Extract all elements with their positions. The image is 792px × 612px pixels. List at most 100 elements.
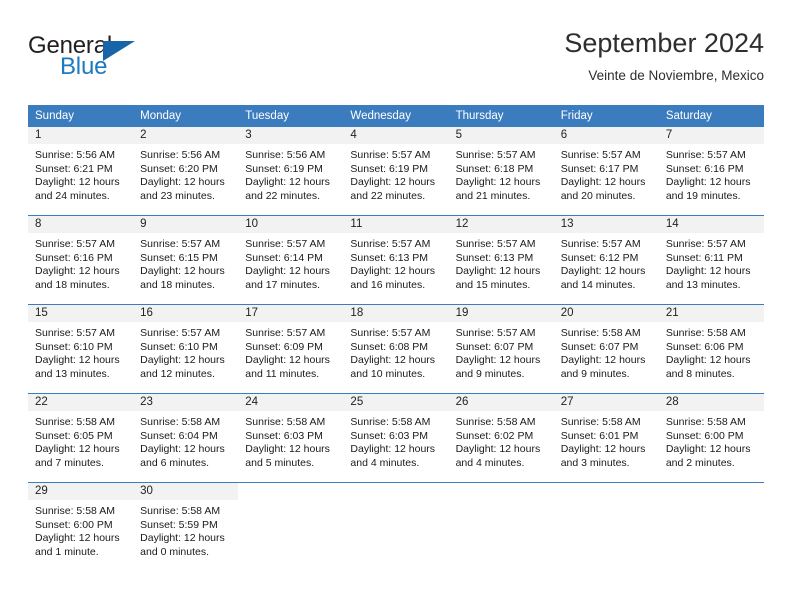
sunrise-text: Sunrise: 5:57 AM <box>35 327 115 339</box>
daylight-text-line2: and 9 minutes. <box>560 367 630 380</box>
day-details: Sunrise: 5:57 AM Sunset: 6:19 PM Daylight:… <box>343 144 448 203</box>
weekday-header-sunday: Sunday <box>28 105 134 127</box>
sunset-text: Sunset: 6:20 PM <box>140 162 218 175</box>
day-number: 19 <box>448 305 554 322</box>
sunrise-text: Sunrise: 5:57 AM <box>560 238 641 250</box>
weekday-header-wednesday: Wednesday <box>343 105 449 127</box>
day-cell-inner <box>554 483 659 571</box>
day-cell-inner <box>659 483 764 571</box>
calendar-day-cell[interactable]: 26 Sunrise: 5:58 AM Sunset: 6:02 PM Dayligh… <box>448 393 554 483</box>
day-cell-inner: 1 Sunrise: 5:56 AM Sunset: 6:21 PM Daylight… <box>28 127 134 215</box>
daylight-text-line1: Daylight: 12 hours <box>35 176 120 189</box>
sunrise-text: Sunrise: 5:58 AM <box>560 327 641 339</box>
sunset-text: Sunset: 6:10 PM <box>140 340 218 353</box>
day-number: 20 <box>553 305 659 322</box>
day-number: 4 <box>343 127 449 144</box>
calendar-day-cell[interactable]: 18 Sunrise: 5:57 AM Sunset: 6:08 PM Dayligh… <box>343 304 449 394</box>
calendar-day-cell[interactable]: 3 Sunrise: 5:56 AM Sunset: 6:19 PM Daylight… <box>238 127 344 216</box>
sunrise-text: Sunrise: 5:57 AM <box>140 238 221 250</box>
day-details: Sunrise: 5:58 AM Sunset: 6:04 PM Daylight:… <box>133 411 238 470</box>
calendar-day-cell[interactable]: 17 Sunrise: 5:57 AM Sunset: 6:09 PM Dayligh… <box>238 304 344 394</box>
daylight-text-line2: and 16 minutes. <box>350 278 426 291</box>
day-cell-inner: 19 Sunrise: 5:57 AM Sunset: 6:07 PM Dayligh… <box>448 305 554 393</box>
calendar-day-cell[interactable]: 9 Sunrise: 5:57 AM Sunset: 6:15 PM Daylight… <box>133 215 239 305</box>
sunrise-text: Sunrise: 5:56 AM <box>35 149 115 161</box>
calendar-day-cell[interactable]: 11 Sunrise: 5:57 AM Sunset: 6:13 PM Dayligh… <box>343 215 449 305</box>
daylight-text-line2: and 9 minutes. <box>455 367 525 380</box>
calendar-day-cell[interactable]: 6 Sunrise: 5:57 AM Sunset: 6:17 PM Daylight… <box>553 127 659 216</box>
calendar-day-cell[interactable]: 28 Sunrise: 5:58 AM Sunset: 6:00 PM Dayligh… <box>658 393 764 483</box>
day-number: 24 <box>238 394 344 411</box>
calendar-day-cell[interactable]: 29 Sunrise: 5:58 AM Sunset: 6:00 PM Dayligh… <box>28 482 134 571</box>
day-cell-inner: 3 Sunrise: 5:56 AM Sunset: 6:19 PM Daylight… <box>238 127 344 215</box>
calendar-day-cell[interactable]: 22 Sunrise: 5:58 AM Sunset: 6:05 PM Dayligh… <box>28 393 134 483</box>
day-number: 10 <box>238 216 344 233</box>
daylight-text-line2: and 11 minutes. <box>245 367 320 380</box>
day-number: 14 <box>658 216 764 233</box>
day-details: Sunrise: 5:57 AM Sunset: 6:15 PM Daylight:… <box>133 233 238 292</box>
daylight-text-line1: Daylight: 12 hours <box>665 176 751 189</box>
daylight-text-line1: Daylight: 12 hours <box>350 265 436 278</box>
daylight-text-line2: and 19 minutes. <box>665 189 741 202</box>
calendar-day-cell[interactable]: 24 Sunrise: 5:58 AM Sunset: 6:03 PM Dayligh… <box>238 393 344 483</box>
calendar-day-cell[interactable]: 7 Sunrise: 5:57 AM Sunset: 6:16 PM Daylight… <box>658 127 764 216</box>
page-subtitle: Veinte de Noviembre, Mexico <box>588 68 764 83</box>
sunrise-text: Sunrise: 5:58 AM <box>350 416 431 428</box>
day-cell-inner: 30 Sunrise: 5:58 AM Sunset: 5:59 PM Dayligh… <box>133 483 239 571</box>
daylight-text-line1: Daylight: 12 hours <box>35 532 120 545</box>
day-details: Sunrise: 5:57 AM Sunset: 6:13 PM Daylight:… <box>343 233 448 292</box>
day-details: Sunrise: 5:58 AM Sunset: 6:05 PM Daylight:… <box>28 411 133 470</box>
calendar-day-cell[interactable]: 30 Sunrise: 5:58 AM Sunset: 5:59 PM Dayligh… <box>133 482 239 571</box>
calendar-day-cell[interactable]: 25 Sunrise: 5:58 AM Sunset: 6:03 PM Dayligh… <box>343 393 449 483</box>
daylight-text-line2: and 13 minutes. <box>665 278 741 291</box>
calendar-day-cell[interactable]: 8 Sunrise: 5:57 AM Sunset: 6:16 PM Daylight… <box>28 215 134 305</box>
day-cell-inner: 9 Sunrise: 5:57 AM Sunset: 6:15 PM Daylight… <box>133 216 239 304</box>
calendar-day-cell[interactable]: 4 Sunrise: 5:57 AM Sunset: 6:19 PM Daylight… <box>343 127 449 216</box>
day-details: Sunrise: 5:57 AM Sunset: 6:08 PM Daylight:… <box>343 322 448 381</box>
daylight-text-line1: Daylight: 12 hours <box>140 265 225 278</box>
calendar-day-cell[interactable]: 20 Sunrise: 5:58 AM Sunset: 6:07 PM Dayligh… <box>553 304 659 394</box>
sunrise-text: Sunrise: 5:58 AM <box>35 505 115 517</box>
daylight-text-line2: and 13 minutes. <box>35 367 110 380</box>
calendar-day-cell[interactable]: 27 Sunrise: 5:58 AM Sunset: 6:01 PM Dayligh… <box>553 393 659 483</box>
daylight-text-line1: Daylight: 12 hours <box>455 265 541 278</box>
calendar-day-cell[interactable]: 10 Sunrise: 5:57 AM Sunset: 6:14 PM Dayligh… <box>238 215 344 305</box>
calendar-day-cell[interactable]: 5 Sunrise: 5:57 AM Sunset: 6:18 PM Daylight… <box>448 127 554 216</box>
sunrise-text: Sunrise: 5:57 AM <box>245 238 326 250</box>
day-number: 21 <box>658 305 764 322</box>
day-number <box>659 483 764 500</box>
day-details: Sunrise: 5:57 AM Sunset: 6:07 PM Daylight:… <box>449 322 554 381</box>
calendar-day-cell[interactable]: 2 Sunrise: 5:56 AM Sunset: 6:20 PM Daylight… <box>133 127 239 216</box>
calendar-day-cell[interactable]: 13 Sunrise: 5:57 AM Sunset: 6:12 PM Dayligh… <box>553 215 659 305</box>
sunrise-text: Sunrise: 5:57 AM <box>350 238 431 250</box>
daylight-text-line1: Daylight: 12 hours <box>140 176 225 189</box>
sunrise-text: Sunrise: 5:57 AM <box>140 327 221 339</box>
daylight-text-line1: Daylight: 12 hours <box>245 354 330 367</box>
sunset-text: Sunset: 6:16 PM <box>35 251 113 264</box>
calendar-day-cell[interactable]: 21 Sunrise: 5:58 AM Sunset: 6:06 PM Dayligh… <box>658 304 764 394</box>
day-number <box>449 483 554 500</box>
calendar-day-cell[interactable]: 15 Sunrise: 5:57 AM Sunset: 6:10 PM Dayligh… <box>28 304 134 394</box>
sunset-text: Sunset: 6:15 PM <box>140 251 218 264</box>
day-cell-inner: 12 Sunrise: 5:57 AM Sunset: 6:13 PM Dayligh… <box>448 216 554 304</box>
calendar-day-cell[interactable]: 1 Sunrise: 5:56 AM Sunset: 6:21 PM Daylight… <box>28 127 134 216</box>
calendar-cell-empty <box>658 482 764 571</box>
calendar-day-cell[interactable]: 19 Sunrise: 5:57 AM Sunset: 6:07 PM Dayligh… <box>448 304 554 394</box>
day-details: Sunrise: 5:56 AM Sunset: 6:19 PM Daylight:… <box>238 144 343 203</box>
brand-logo[interactable]: General Blue <box>28 32 218 90</box>
calendar-day-cell[interactable]: 12 Sunrise: 5:57 AM Sunset: 6:13 PM Dayligh… <box>448 215 554 305</box>
daylight-text-line2: and 22 minutes. <box>350 189 426 202</box>
sunrise-text: Sunrise: 5:58 AM <box>560 416 641 428</box>
day-details: Sunrise: 5:57 AM Sunset: 6:18 PM Daylight:… <box>449 144 554 203</box>
day-number: 7 <box>658 127 764 144</box>
sunset-text: Sunset: 6:07 PM <box>560 340 639 353</box>
daylight-text-line2: and 17 minutes. <box>245 278 320 291</box>
calendar-day-cell[interactable]: 23 Sunrise: 5:58 AM Sunset: 6:04 PM Dayligh… <box>133 393 239 483</box>
daylight-text-line2: and 12 minutes. <box>140 367 215 380</box>
calendar-day-cell[interactable]: 16 Sunrise: 5:57 AM Sunset: 6:10 PM Dayligh… <box>133 304 239 394</box>
day-cell-inner: 14 Sunrise: 5:57 AM Sunset: 6:11 PM Dayligh… <box>658 216 764 304</box>
sunrise-text: Sunrise: 5:57 AM <box>245 327 326 339</box>
day-details: Sunrise: 5:58 AM Sunset: 6:03 PM Daylight:… <box>238 411 343 470</box>
calendar-grid: Sunday Monday Tuesday Wednesday Thursday… <box>28 105 764 571</box>
calendar-day-cell[interactable]: 14 Sunrise: 5:57 AM Sunset: 6:11 PM Dayligh… <box>658 215 764 305</box>
